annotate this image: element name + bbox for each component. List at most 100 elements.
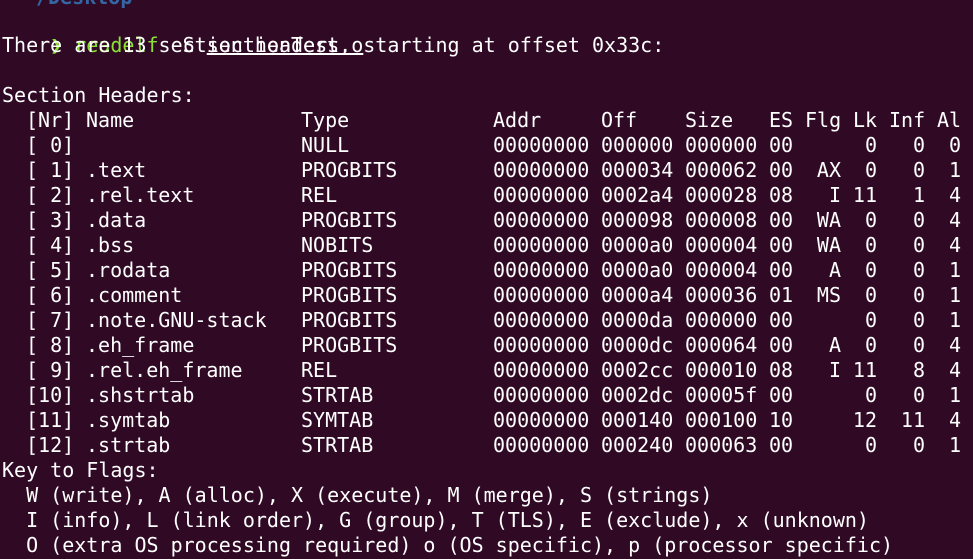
cell-nr: [ 6] — [26, 283, 75, 307]
table-row: [ 2] .rel.text REL 00000000 0002a4 000028 08 I 1… — [0, 183, 973, 208]
cell-nr: [ 8] — [26, 333, 75, 357]
cell-name: .strtab — [86, 433, 171, 457]
cell-al: 1 — [948, 258, 961, 282]
section-headers-title: Section Headers: — [2, 83, 195, 107]
cell-off: 000098 — [601, 208, 674, 232]
cell-off: 0002cc — [601, 358, 674, 382]
table-row: [ 4] .bss NOBITS 00000000 0000a0 000004 00 WA 0 0… — [0, 233, 973, 258]
cell-es: 00 — [769, 158, 794, 182]
cell-size: 000063 — [685, 433, 758, 457]
cell-type: PROGBITS — [301, 158, 398, 182]
flags-key-line: I (info), L (link order), G (group), T (… — [2, 508, 869, 532]
flags-key-line: W (write), A (alloc), X (execute), M (me… — [2, 483, 713, 507]
cell-inf: 0 — [912, 283, 925, 307]
cell-inf: 0 — [912, 158, 925, 182]
table-row: [12] .strtab STRTAB 00000000 000240 000063 00 0… — [0, 433, 973, 458]
cell-inf: 0 — [912, 133, 925, 157]
cell-lk: 12 — [852, 408, 877, 432]
cell-size: 000064 — [685, 333, 758, 357]
cell-addr: 00000000 — [493, 383, 590, 407]
cell-lk: 0 — [864, 133, 877, 157]
cell-es: 00 — [769, 333, 794, 357]
cell-type: PROGBITS — [301, 258, 398, 282]
cell-type: REL — [301, 183, 338, 207]
col-header-off: Off — [601, 108, 638, 132]
cell-nr: [10] — [26, 383, 75, 407]
cell-off: 0000a0 — [601, 258, 674, 282]
table-row: [11] .symtab SYMTAB 00000000 000140 000100 10 1… — [0, 408, 973, 433]
cell-size: 000010 — [685, 358, 758, 382]
cell-type: PROGBITS — [301, 308, 398, 332]
cell-al: 1 — [948, 283, 961, 307]
cell-inf: 0 — [912, 233, 925, 257]
col-header-name: Name — [86, 108, 135, 132]
col-header-lk: Lk — [853, 108, 878, 132]
cell-off: 0002dc — [601, 383, 674, 407]
cell-nr: [ 3] — [26, 208, 75, 232]
cell-al: 4 — [948, 358, 961, 382]
cell-name: .rel.text — [86, 183, 195, 207]
cell-off: 000240 — [601, 433, 674, 457]
table-row: [ 6] .comment PROGBITS 00000000 0000a4 000036… — [0, 283, 973, 308]
cell-al: 1 — [948, 433, 961, 457]
cell-type: STRTAB — [301, 433, 374, 457]
cell-name: .comment — [86, 283, 183, 307]
cell-addr: 00000000 — [493, 158, 590, 182]
cell-addr: 00000000 — [493, 258, 590, 282]
cell-name: .rel.eh_frame — [86, 358, 243, 382]
cell-es: 00 — [769, 133, 794, 157]
col-header-type: Type — [301, 108, 350, 132]
cell-inf: 0 — [912, 383, 925, 407]
terminal-window[interactable]: ~/Desktop ❯ readelf -S sectionTest.o The… — [0, 0, 973, 559]
cell-lk: 11 — [852, 183, 877, 207]
cell-es: 00 — [769, 233, 794, 257]
table-row: [ 0] NULL 00000000 000000 000000 00 0 0 0 — [0, 133, 973, 158]
cell-addr: 00000000 — [493, 133, 590, 157]
table-row: [ 7] .note.GNU-stack PROGBITS 00000000 0000d… — [0, 308, 973, 333]
cell-inf: 0 — [912, 208, 925, 232]
col-header-es: ES — [769, 108, 794, 132]
flags-key-title: Key to Flags: — [2, 458, 159, 482]
cell-flg: AX — [816, 158, 841, 182]
cell-size: 000000 — [685, 308, 758, 332]
cell-al: 4 — [948, 233, 961, 257]
cell-es: 10 — [769, 408, 794, 432]
cell-lk: 0 — [864, 333, 877, 357]
cell-lk: 0 — [864, 233, 877, 257]
table-row: [ 5] .rodata PROGBITS 00000000 0000a0 000004 0… — [0, 258, 973, 283]
cell-lk: 0 — [864, 258, 877, 282]
cell-size: 000062 — [685, 158, 758, 182]
cell-nr: [ 2] — [26, 183, 75, 207]
cell-off: 000140 — [601, 408, 674, 432]
col-header-al: Al — [937, 108, 962, 132]
cell-size: 000036 — [685, 283, 758, 307]
cell-al: 1 — [948, 158, 961, 182]
cell-lk: 0 — [864, 208, 877, 232]
col-header-inf: Inf — [889, 108, 926, 132]
cell-lk: 0 — [864, 158, 877, 182]
cell-size: 000000 — [685, 133, 758, 157]
cell-name: .text — [86, 158, 147, 182]
cell-es: 00 — [769, 208, 794, 232]
cell-es: 08 — [769, 358, 794, 382]
cell-off: 000000 — [601, 133, 674, 157]
cell-inf: 1 — [912, 183, 925, 207]
cell-flg: A — [828, 333, 841, 357]
cell-size: 000028 — [685, 183, 758, 207]
cell-name: .bss — [86, 233, 135, 257]
cell-addr: 00000000 — [493, 408, 590, 432]
cell-lk: 11 — [852, 358, 877, 382]
cell-addr: 00000000 — [493, 433, 590, 457]
col-header-flg: Flg — [805, 108, 842, 132]
cell-off: 000034 — [601, 158, 674, 182]
cell-nr: [ 1] — [26, 158, 75, 182]
cell-addr: 00000000 — [493, 358, 590, 382]
table-header-row: [Nr] Name Type Addr Off Size ES Flg Lk I… — [0, 108, 973, 133]
cell-size: 000004 — [685, 233, 758, 257]
cell-off: 0002a4 — [601, 183, 674, 207]
table-row: [ 3] .data PROGBITS 00000000 000098 000008 00 W… — [0, 208, 973, 233]
cell-type: PROGBITS — [301, 333, 398, 357]
cell-al: 4 — [948, 333, 961, 357]
cell-flg: I — [828, 183, 841, 207]
cell-inf: 0 — [912, 333, 925, 357]
